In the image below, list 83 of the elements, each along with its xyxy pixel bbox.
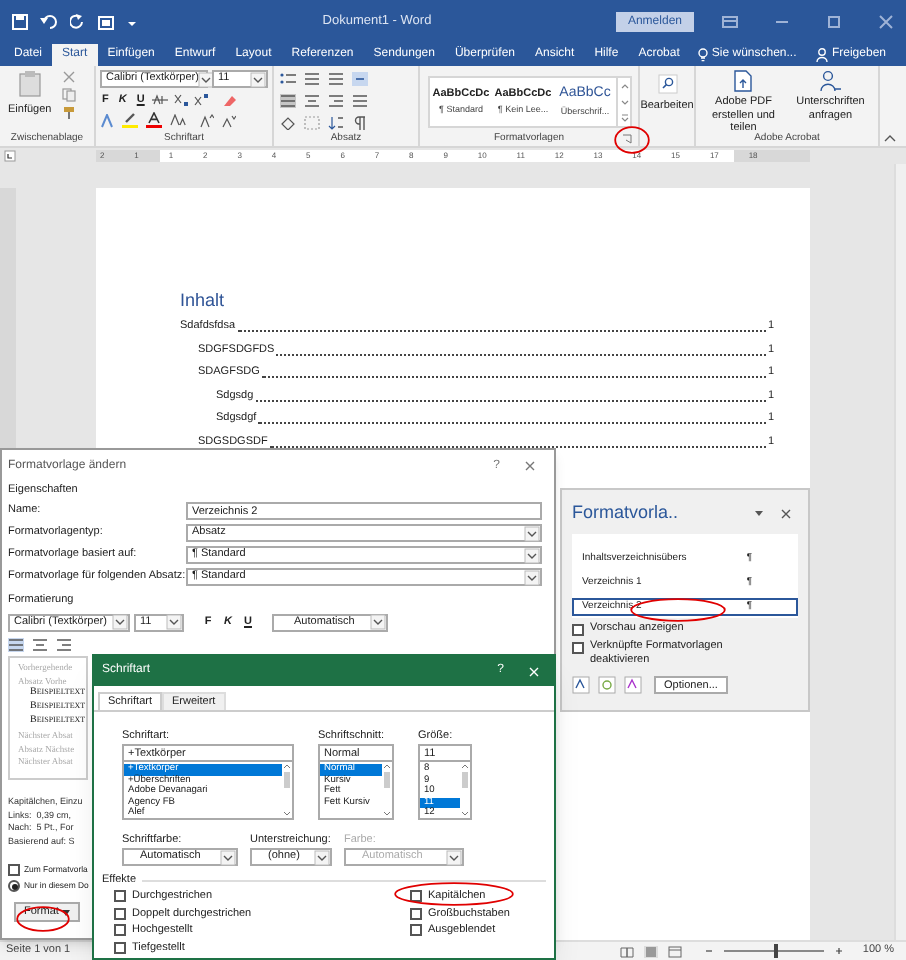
dropdown-arrow-icon [446,849,462,865]
dropdown-arrow-icon [524,547,540,563]
collapse-ribbon-icon[interactable] [884,134,896,142]
scrollbar-icon[interactable] [282,762,292,818]
redo-icon[interactable] [70,14,86,30]
close-icon[interactable] [780,508,792,520]
close-icon[interactable] [524,460,536,472]
checkbox[interactable] [572,641,584,653]
text-effects-icon[interactable] [100,113,114,127]
justify-icon[interactable] [352,94,368,108]
indent-icon[interactable] [352,72,368,86]
zoom-in-icon[interactable] [834,946,845,956]
align-right-icon[interactable] [328,94,344,108]
shading-icon[interactable] [280,116,296,130]
customize-toolbar-icon[interactable] [126,16,138,28]
save-icon[interactable] [12,14,28,30]
subscript-icon[interactable] [174,94,189,106]
checkbox[interactable] [114,924,126,937]
lightbulb-icon [697,48,708,62]
align-left-icon[interactable] [8,638,24,652]
web-layout-icon[interactable] [668,945,683,957]
dropdown-caret-icon[interactable] [754,510,764,518]
dropdown-arrow-icon [314,849,330,865]
toc-heading: Inhalt [180,288,227,312]
close-icon[interactable] [878,14,894,30]
dropdown-arrow-icon [524,525,540,541]
strikethrough-icon[interactable] [152,94,169,106]
checkbox[interactable] [410,907,422,920]
new-style-icon[interactable] [572,676,590,694]
align-center-icon[interactable] [304,94,320,108]
pilcrow-icon[interactable] [352,116,368,130]
checkbox[interactable] [114,890,126,903]
annotation-circle [394,882,514,906]
checkbox[interactable] [572,623,584,635]
clear-formatting-icon[interactable] [222,93,239,107]
zoom-out-icon[interactable] [704,946,715,956]
person-icon [815,48,828,62]
checkbox[interactable] [114,907,126,920]
checkbox[interactable] [114,941,126,954]
align-left-icon[interactable] [280,94,296,108]
checkbox[interactable] [8,864,20,876]
undo-icon[interactable] [40,14,58,30]
slider-thumb[interactable] [774,944,779,958]
caret-icon [62,909,71,915]
dropdown-arrow-icon [220,849,236,865]
dialog-launcher-icon[interactable] [622,134,632,144]
grow-font-icon[interactable] [200,113,214,127]
cut-icon[interactable] [61,70,76,84]
scrollbar-icon[interactable] [460,762,470,818]
dropdown-arrow-icon [370,614,386,630]
highlighter-icon[interactable] [122,112,138,128]
search-icon [657,74,677,94]
radio-button[interactable] [8,880,20,892]
align-center-icon[interactable] [32,638,48,652]
read-mode-icon[interactable] [620,945,635,957]
print-layout-icon[interactable] [644,945,659,957]
dropdown-arrow-icon [112,614,128,630]
scrollbar-icon[interactable] [382,762,392,818]
dropdown-arrow-icon [524,569,540,585]
tab-selector-icon[interactable] [4,150,16,162]
bullet-list-icon[interactable] [280,72,296,86]
superscript-icon[interactable] [194,94,209,106]
checkbox[interactable] [410,924,422,937]
format-painter-icon[interactable] [61,106,76,120]
style-inspector-icon[interactable] [598,676,616,694]
ribbon-display-icon[interactable] [722,14,738,30]
more-icon[interactable] [618,110,632,126]
dropdown-arrow-icon [166,614,182,630]
dropdown-arrow-icon [250,71,266,87]
align-right-icon[interactable] [56,638,72,652]
shrink-font-icon[interactable] [222,113,236,127]
print-preview-icon[interactable] [98,14,114,30]
maximize-icon[interactable] [826,14,842,30]
sort-icon[interactable] [328,116,344,130]
font-color-icon[interactable] [146,112,162,128]
dropdown-arrow-icon [198,71,215,87]
manage-styles-icon[interactable] [624,676,642,694]
annotation-circle [630,598,726,622]
signature-person-icon [819,70,842,92]
change-case-icon[interactable] [170,114,186,126]
pane-title: Formatvorla.. [572,500,679,527]
annotation-circle [614,126,650,154]
annotation-circle [16,906,70,932]
